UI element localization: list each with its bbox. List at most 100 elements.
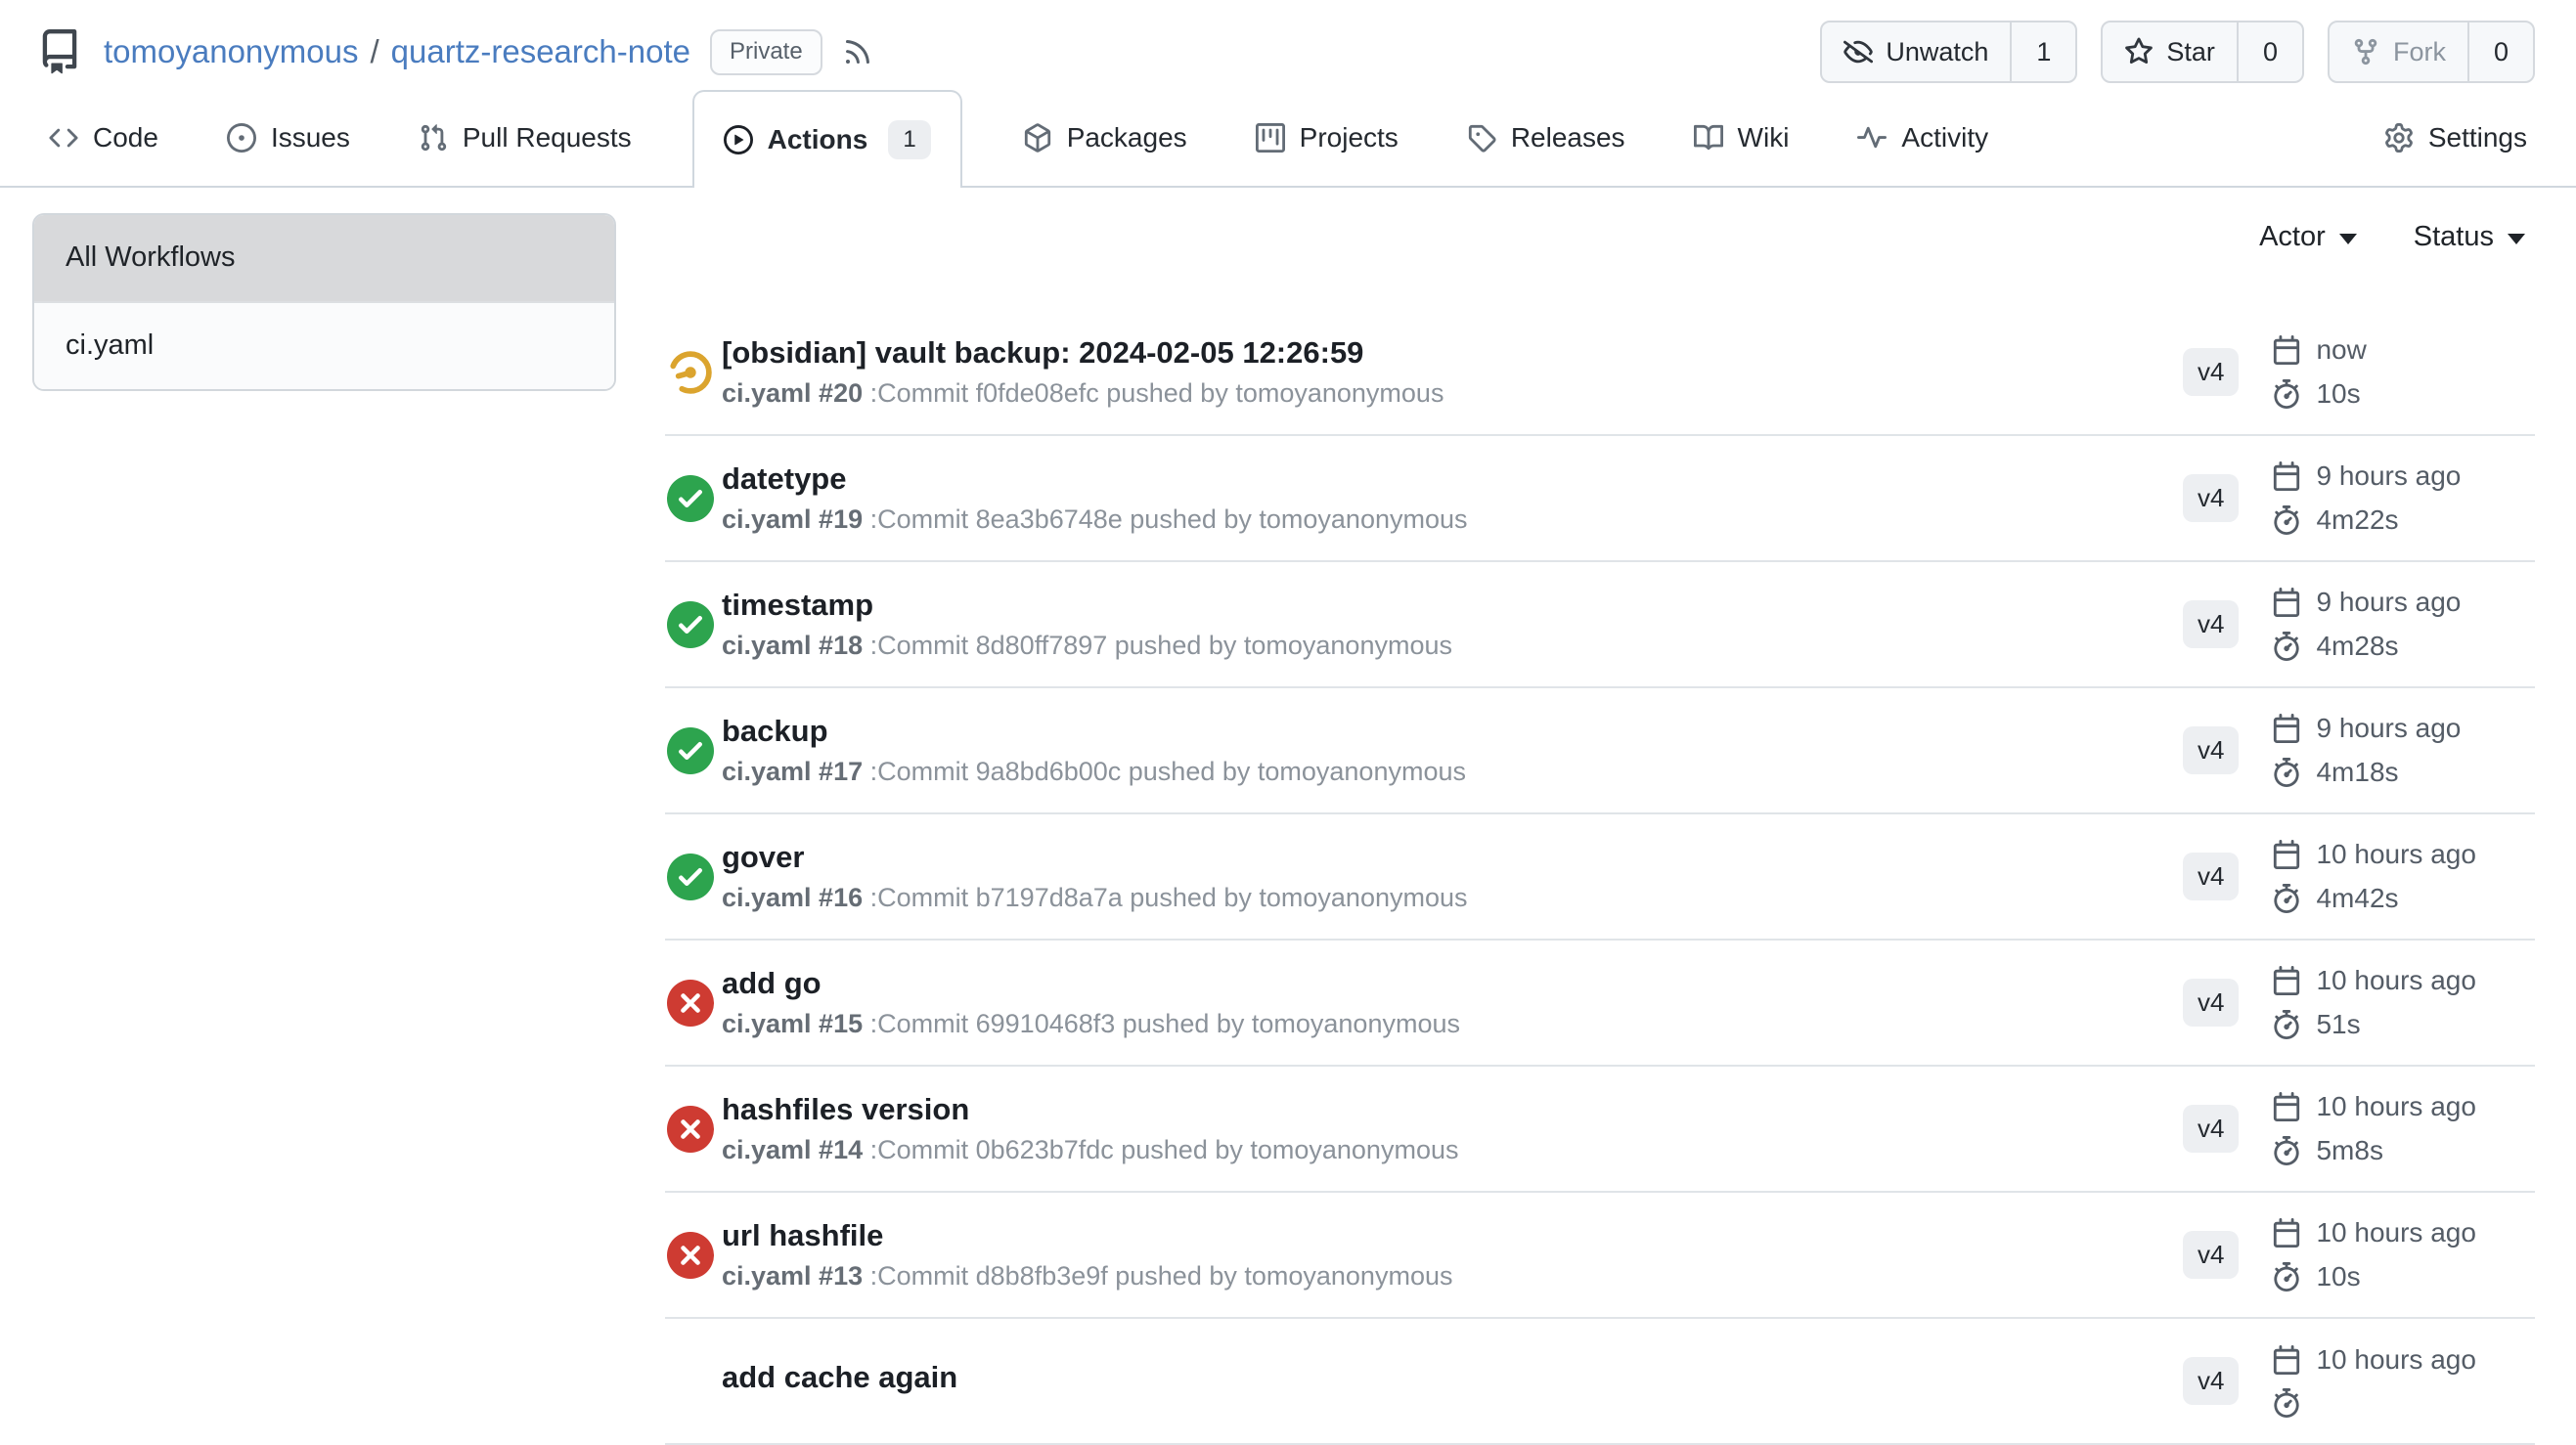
run-duration-label: 10s: [2316, 378, 2360, 410]
run-workflow-ref: ci.yaml #19: [722, 504, 863, 534]
tab-settings[interactable]: Settings: [2376, 122, 2535, 153]
version-badge: v4: [2183, 600, 2239, 648]
calendar-icon: [2272, 714, 2301, 743]
x-circle-icon: [667, 980, 714, 1027]
book-icon: [1694, 123, 1723, 153]
actor-filter[interactable]: Actor: [2259, 221, 2357, 253]
tab-code[interactable]: Code: [41, 122, 166, 153]
star-button[interactable]: Star 0: [2101, 21, 2304, 83]
run-title-link[interactable]: gover: [722, 839, 2183, 875]
run-status-icon: [667, 980, 714, 1027]
repo-owner-link[interactable]: tomoyanonymous: [104, 33, 358, 70]
run-status-icon: [667, 475, 714, 522]
run-started-label: 10 hours ago: [2316, 839, 2475, 870]
workflow-run-row: hashfiles version ci.yaml #14 :Commit 0b…: [665, 1067, 2535, 1193]
repo-icon: [37, 29, 82, 74]
tab-releases[interactable]: Releases: [1459, 122, 1633, 153]
stopwatch-icon: [2272, 632, 2301, 661]
run-title-link[interactable]: [obsidian] vault backup: 2024-02-05 12:2…: [722, 334, 2183, 371]
watchers-count[interactable]: 1: [2010, 22, 2075, 81]
run-title-link[interactable]: url hashfile: [722, 1217, 2183, 1253]
run-started: now: [2272, 334, 2366, 366]
run-title-link[interactable]: add cache again: [722, 1359, 2183, 1395]
calendar-icon: [2272, 1345, 2301, 1375]
stars-count[interactable]: 0: [2237, 22, 2302, 81]
run-status-icon: [667, 1358, 714, 1405]
run-started-label: 9 hours ago: [2316, 587, 2461, 618]
code-icon: [49, 123, 78, 153]
run-started: 10 hours ago: [2272, 1091, 2475, 1122]
calendar-icon: [2272, 588, 2301, 617]
run-text: backup ci.yaml #17 :Commit 9a8bd6b00c pu…: [722, 713, 2183, 788]
run-commit-meta: :Commit f0fde08efc pushed by tomoyanonym…: [863, 378, 1443, 408]
run-started: 10 hours ago: [2272, 839, 2475, 870]
run-filters: Actor Status: [665, 221, 2535, 253]
run-workflow-ref: ci.yaml #16: [722, 883, 863, 912]
tab-packages[interactable]: Packages: [1015, 122, 1195, 153]
package-icon: [1023, 123, 1052, 153]
run-title-link[interactable]: timestamp: [722, 587, 2183, 623]
run-meta-line: ci.yaml #14 :Commit 0b623b7fdc pushed by…: [722, 1134, 2183, 1165]
run-title-link[interactable]: datetype: [722, 460, 2183, 497]
run-workflow-ref: ci.yaml #13: [722, 1261, 863, 1291]
run-right: v4 9 hours ago 4m18s: [2183, 713, 2535, 788]
sidebar-item-all-workflows[interactable]: All Workflows: [34, 215, 614, 303]
workflow-run-row: gover ci.yaml #16 :Commit b7197d8a7a pus…: [665, 814, 2535, 941]
fork-label-segment[interactable]: Fork: [2330, 22, 2467, 81]
in-progress-icon: [667, 349, 714, 396]
run-times: 10 hours ago 51s: [2272, 965, 2475, 1040]
tab-issues[interactable]: Issues: [219, 122, 358, 153]
run-title-link[interactable]: backup: [722, 713, 2183, 749]
run-times: now 10s: [2272, 334, 2366, 410]
actor-filter-label: Actor: [2259, 221, 2326, 253]
repo-name-link[interactable]: quartz-research-note: [391, 33, 690, 70]
run-started-label: 9 hours ago: [2316, 713, 2461, 744]
workflow-run-row: timestamp ci.yaml #18 :Commit 8d80ff7897…: [665, 562, 2535, 688]
status-filter[interactable]: Status: [2414, 221, 2525, 253]
chevron-down-icon: [2508, 234, 2525, 244]
run-duration-label: 4m18s: [2316, 757, 2398, 788]
run-commit-meta: :Commit 9a8bd6b00c pushed by tomoyanonym…: [863, 757, 1466, 786]
run-text: add cache again: [722, 1359, 2183, 1402]
run-status-icon: [667, 1232, 714, 1279]
fork-icon: [2351, 37, 2380, 66]
workflow-sidebar: All Workflows ci.yaml: [32, 213, 616, 391]
fork-button[interactable]: Fork 0: [2328, 21, 2535, 83]
sidebar-item-ci-yaml[interactable]: ci.yaml: [34, 303, 614, 389]
run-duration-label: 4m22s: [2316, 504, 2398, 536]
run-text: timestamp ci.yaml #18 :Commit 8d80ff7897…: [722, 587, 2183, 662]
workflow-run-row: backup ci.yaml #17 :Commit 9a8bd6b00c pu…: [665, 688, 2535, 814]
project-icon: [1256, 123, 1285, 153]
stopwatch-icon: [2272, 1136, 2301, 1165]
run-times: 9 hours ago 4m18s: [2272, 713, 2461, 788]
tab-projects[interactable]: Projects: [1248, 122, 1406, 153]
pulse-icon: [1857, 123, 1887, 153]
actions-count-badge: 1: [888, 120, 930, 159]
run-duration: 10s: [2272, 378, 2366, 410]
run-duration-label: 51s: [2316, 1009, 2360, 1040]
version-badge: v4: [2183, 853, 2239, 900]
rss-feed-icon[interactable]: [842, 36, 873, 67]
forks-count[interactable]: 0: [2467, 22, 2533, 81]
unwatch-label: Unwatch: [1886, 37, 1988, 67]
run-duration-label: 4m42s: [2316, 883, 2398, 914]
star-label-segment[interactable]: Star: [2103, 22, 2237, 81]
tab-wiki-label: Wiki: [1738, 122, 1790, 153]
run-text: url hashfile ci.yaml #13 :Commit d8b8fb3…: [722, 1217, 2183, 1292]
tab-wiki[interactable]: Wiki: [1686, 122, 1798, 153]
run-text: hashfiles version ci.yaml #14 :Commit 0b…: [722, 1091, 2183, 1166]
tab-actions[interactable]: Actions 1: [692, 90, 962, 188]
star-label: Star: [2166, 37, 2215, 67]
run-duration: 5m8s: [2272, 1135, 2475, 1166]
run-meta-line: ci.yaml #13 :Commit d8b8fb3e9f pushed by…: [722, 1260, 2183, 1292]
repo-header: tomoyanonymous / quartz-research-note Pr…: [0, 0, 2576, 90]
unwatch-button[interactable]: Unwatch 1: [1820, 21, 2077, 83]
tab-pull-requests[interactable]: Pull Requests: [411, 122, 640, 153]
unwatch-label-segment[interactable]: Unwatch: [1822, 22, 2010, 81]
stopwatch-icon: [2272, 379, 2301, 409]
run-title-link[interactable]: add go: [722, 965, 2183, 1001]
check-circle-icon: [667, 854, 714, 900]
repo-title: tomoyanonymous / quartz-research-note: [104, 33, 690, 70]
run-title-link[interactable]: hashfiles version: [722, 1091, 2183, 1127]
tab-activity[interactable]: Activity: [1849, 122, 1996, 153]
